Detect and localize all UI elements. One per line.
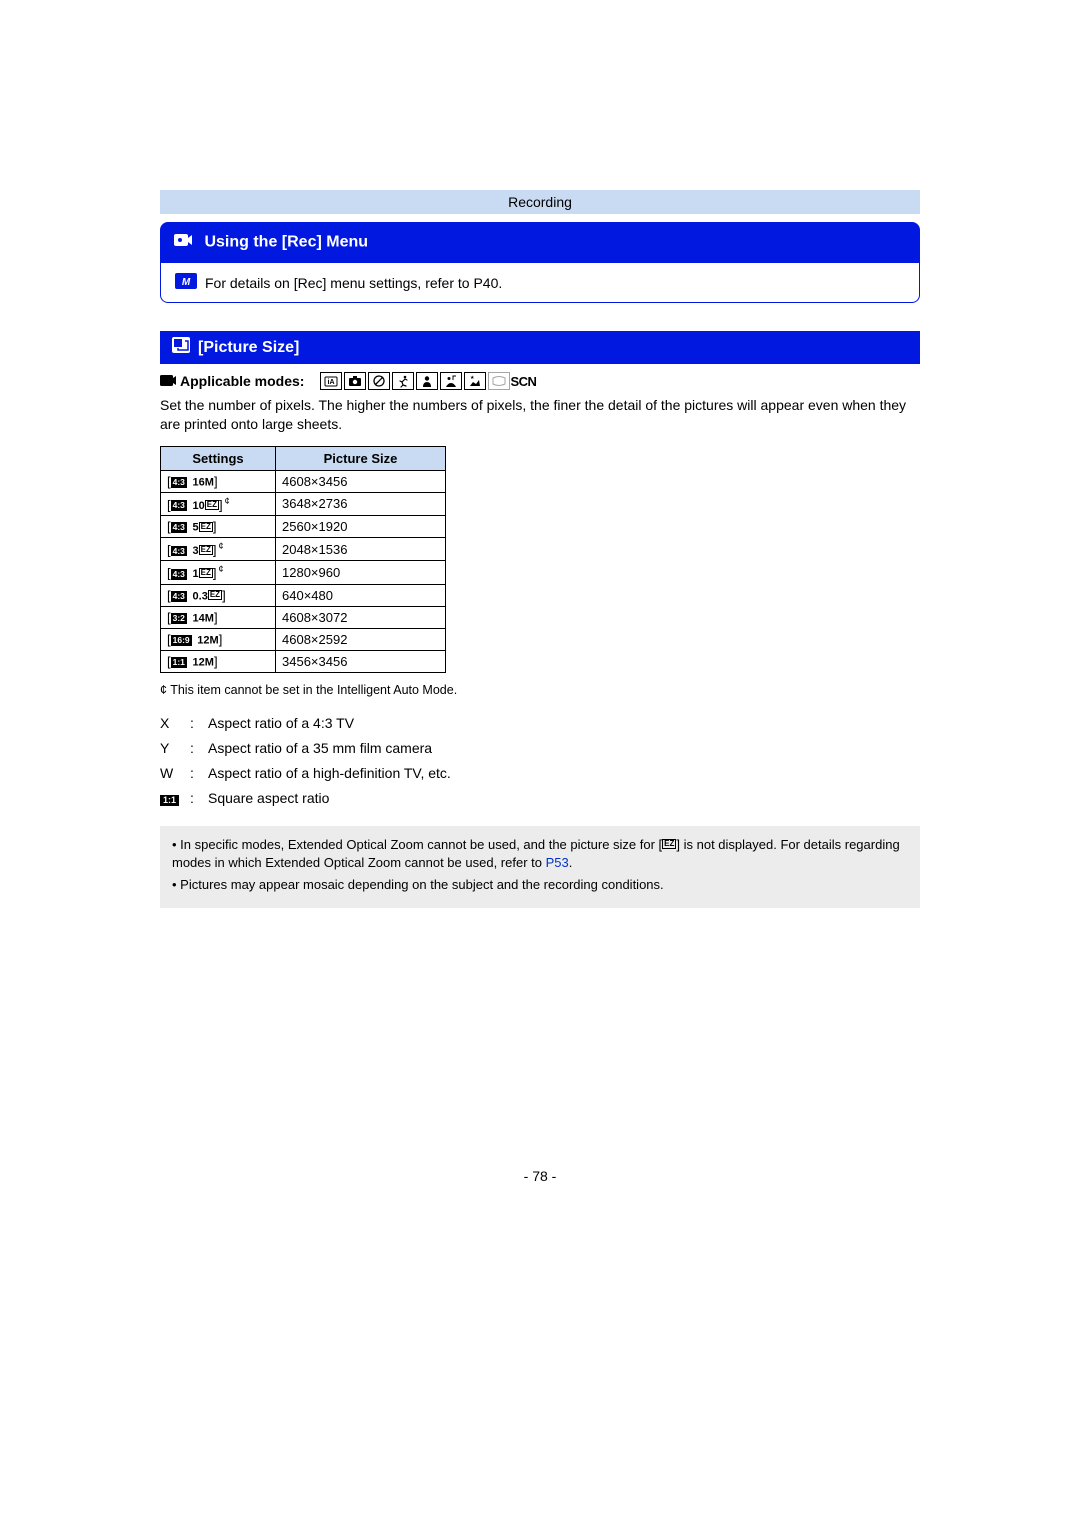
table-row: [1:1 12M]3456×3456 [161,650,446,672]
camera-mode-icon [344,372,366,390]
aspect-desc: Square aspect ratio [208,786,329,811]
svg-text:★: ★ [470,375,475,381]
table-row: [4:3 3EZ]¢2048×1536 [161,538,446,561]
settings-cell: [4:3 3EZ]¢ [161,538,276,561]
scn-mode-icon: SCN [512,372,534,390]
notes-box: • In specific modes, Extended Optical Zo… [160,826,920,909]
section-title-text: [Picture Size] [198,339,299,357]
aspect-row: X:Aspect ratio of a 4:3 TV [160,711,920,736]
table-row: [4:3 0.3EZ]640×480 [161,584,446,606]
aspect-desc: Aspect ratio of a 35 mm film camera [208,736,432,761]
picture-size-cell: 2048×1536 [276,538,446,561]
picture-size-cell: 4608×2592 [276,628,446,650]
mode-icons-group: iA ★ SCN [320,372,534,390]
star-footnote: ¢ This item cannot be set in the Intelli… [160,683,920,697]
table-row: [4:3 16M]4608×3456 [161,470,446,492]
ez-icon: EZ [662,839,676,849]
portrait-mode-icon [416,372,438,390]
settings-cell: [3:2 14M] [161,606,276,628]
sports-mode-icon [392,372,414,390]
category-text: Recording [508,194,572,210]
rec-menu-icon [174,232,192,253]
menu-set-icon: M [175,273,197,292]
applicable-modes-row: Applicable modes: iA ★ SCN [160,372,920,390]
aspect-row: W:Aspect ratio of a high-definition TV, … [160,761,920,786]
settings-cell: [4:3 0.3EZ] [161,584,276,606]
table-row: [4:3 10EZ]¢3648×2736 [161,492,446,515]
aspect-desc: Aspect ratio of a 4:3 TV [208,711,354,736]
category-header: Recording [160,190,920,214]
aspect-symbol: Y [160,736,190,761]
scenery-mode-icon [440,372,462,390]
rec-menu-title-bar: Using the [Rec] Menu [160,222,920,263]
note-2: • Pictures may appear mosaic depending o… [172,876,908,894]
aspect-symbol: W [160,761,190,786]
night-mode-icon: ★ [464,372,486,390]
aspect-symbol: X [160,711,190,736]
applicable-modes-icon [160,373,176,390]
note-1c: . [569,855,573,870]
picture-size-cell: 3648×2736 [276,492,446,515]
colon: : [190,711,208,736]
applicable-modes-label: Applicable modes: [160,373,304,390]
picture-size-cell: 640×480 [276,584,446,606]
note-2-text: Pictures may appear mosaic depending on … [180,877,663,892]
settings-cell: [1:1 12M] [161,650,276,672]
svg-text:M: M [182,277,191,288]
note-1a: In specific modes, Extended Optical Zoom… [180,837,662,852]
applicable-modes-text: Applicable modes: [180,373,304,389]
aspect-desc: Aspect ratio of a high-definition TV, et… [208,761,451,786]
link-p53[interactable]: P53 [546,855,569,870]
settings-cell: [4:3 10EZ]¢ [161,492,276,515]
settings-cell: [4:3 1EZ]¢ [161,561,276,584]
section-title-bar: [Picture Size] [160,331,920,364]
table-row: [16:9 12M]4608×2592 [161,628,446,650]
picture-size-cell: 4608×3456 [276,470,446,492]
picture-size-icon [172,337,190,358]
panorama-mode-icon [488,372,510,390]
body-text: Set the number of pixels. The higher the… [160,396,920,434]
table-header-picture-size: Picture Size [276,446,446,470]
creative-mode-icon [368,372,390,390]
aspect-ratio-list: X:Aspect ratio of a 4:3 TVY:Aspect ratio… [160,711,920,812]
colon: : [190,786,208,811]
description-row: M For details on [Rec] menu settings, re… [160,263,920,303]
rec-menu-title-text: Using the [Rec] Menu [204,234,368,251]
picture-size-cell: 3456×3456 [276,650,446,672]
aspect-row: Y:Aspect ratio of a 35 mm film camera [160,736,920,761]
note-1: • In specific modes, Extended Optical Zo… [172,836,908,872]
colon: : [190,736,208,761]
aspect-row: 1:1:Square aspect ratio [160,786,920,811]
page-number: - 78 - [160,1168,920,1184]
settings-cell: [4:3 16M] [161,470,276,492]
aspect-symbol: 1:1 [160,786,190,811]
picture-size-cell: 1280×960 [276,561,446,584]
settings-cell: [16:9 12M] [161,628,276,650]
picture-size-cell: 4608×3072 [276,606,446,628]
table-row: [4:3 5EZ]2560×1920 [161,516,446,538]
description-text: For details on [Rec] menu settings, refe… [205,275,502,291]
picture-size-cell: 2560×1920 [276,516,446,538]
svg-text:iA: iA [328,379,335,386]
settings-cell: [4:3 5EZ] [161,516,276,538]
table-row: [3:2 14M]4608×3072 [161,606,446,628]
ia-mode-icon: iA [320,372,342,390]
picture-size-table: Settings Picture Size [4:3 16M]4608×3456… [160,446,446,673]
colon: : [190,761,208,786]
table-header-settings: Settings [161,446,276,470]
table-row: [4:3 1EZ]¢1280×960 [161,561,446,584]
